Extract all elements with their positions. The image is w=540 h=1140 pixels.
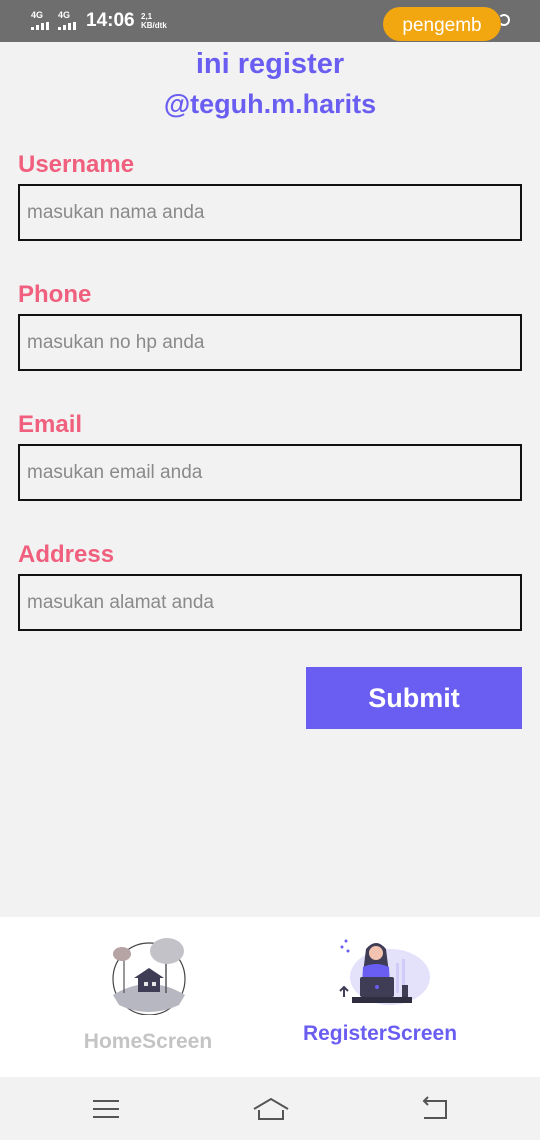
network-speed: 2,1 KB/dtk [141,12,167,30]
back-icon[interactable] [414,1091,454,1127]
home-icon[interactable] [251,1091,291,1127]
phone-input[interactable] [18,314,522,371]
page-subtitle: @teguh.m.harits [163,89,377,119]
signal-sim1-icon: 4G [31,11,51,30]
register-illustration-icon [339,939,430,1005]
menu-icon[interactable] [86,1091,126,1127]
username-input[interactable] [18,184,522,241]
tab-homescreen-label: HomeScreen [83,1030,213,1053]
page-title: ini register [195,48,345,80]
phone-label: Phone [18,281,92,308]
network-speed-unit: KB/dtk [141,21,167,30]
sim2-network-label: 4G [58,10,71,20]
signal-sim2-icon: 4G [58,11,78,30]
tab-registerscreen[interactable]: RegisterScreen [270,917,490,1077]
status-bar: 4G 4G 14:06 2,1 KB/dtk pengemb [0,0,540,42]
notification-pill[interactable]: pengemb [383,7,501,41]
home-illustration-icon [112,938,186,1015]
sim1-network-label: 4G [31,10,44,20]
tab-homescreen[interactable]: HomeScreen [38,917,258,1077]
status-time: 14:06 [86,10,135,31]
address-label: Address [18,541,115,568]
address-input[interactable] [18,574,522,631]
email-input[interactable] [18,444,522,501]
network-speed-value: 2,1 [141,12,153,21]
username-label: Username [18,151,135,178]
submit-button[interactable]: Submit [306,667,522,729]
bottom-tab-bar: HomeScreen RegisterScreen [0,917,540,1077]
tab-registerscreen-label: RegisterScreen [302,1022,458,1045]
system-navigation-bar [0,1077,540,1140]
email-label: Email [18,411,83,438]
